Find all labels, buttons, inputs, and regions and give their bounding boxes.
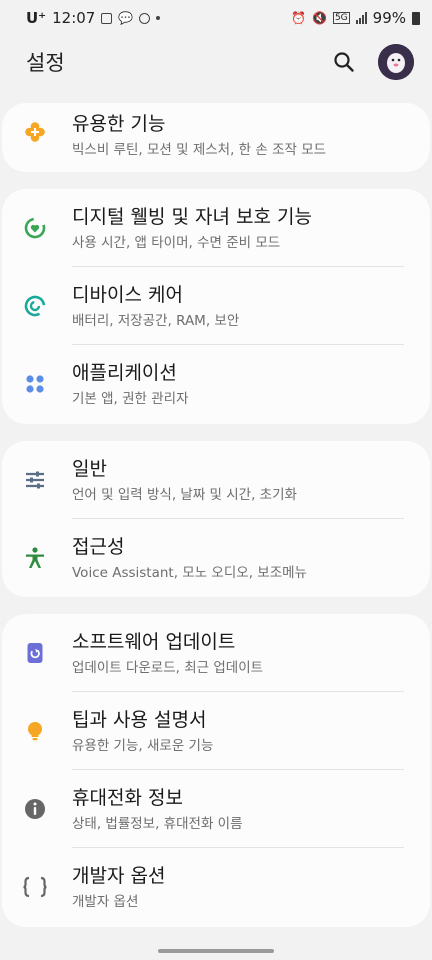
settings-item-about-phone[interactable]: 휴대전화 정보 상태, 법률정보, 휴대전화 이름 <box>2 770 430 848</box>
item-title: 애플리케이션 <box>72 362 177 384</box>
info-icon <box>22 796 48 822</box>
settings-card-3: 일반 언어 및 입력 방식, 날짜 및 시간, 초기화 접근성 Voice As… <box>2 441 430 597</box>
settings-item-software-update[interactable]: 소프트웨어 업데이트 업데이트 다운로드, 최근 업데이트 <box>2 614 430 692</box>
status-left: U⁺ 12:07 💬 <box>26 9 161 27</box>
item-subtitle: 유용한 기능, 새로운 기능 <box>72 738 214 754</box>
item-text: 접근성 Voice Assistant, 모노 오디오, 보조메뉴 <box>72 535 404 582</box>
item-text: 팁과 사용 설명서 유용한 기능, 새로운 기능 <box>72 708 404 755</box>
item-text: 일반 언어 및 입력 방식, 날짜 및 시간, 초기화 <box>72 457 404 504</box>
signal-icon <box>355 12 367 24</box>
item-text: 개발자 옵션 개발자 옵션 <box>72 864 404 911</box>
item-text: 소프트웨어 업데이트 업데이트 다운로드, 최근 업데이트 <box>72 630 404 677</box>
item-subtitle: 언어 및 입력 방식, 날짜 및 시간, 초기화 <box>72 487 297 503</box>
settings-card-2: 디지털 웰빙 및 자녀 보호 기능 사용 시간, 앱 타이머, 수면 준비 모드… <box>2 189 430 424</box>
item-text: 디지털 웰빙 및 자녀 보호 기능 사용 시간, 앱 타이머, 수면 준비 모드 <box>72 205 404 252</box>
item-title: 접근성 <box>72 536 125 558</box>
alarm-icon: ⏰ <box>291 11 306 25</box>
item-text: 애플리케이션 기본 앱, 권한 관리자 <box>72 361 404 408</box>
item-title: 디바이스 케어 <box>72 284 183 306</box>
page-title: 설정 <box>26 51 65 75</box>
item-subtitle: 빅스비 루틴, 모션 및 제스처, 한 손 조작 모드 <box>72 142 327 158</box>
item-subtitle: Voice Assistant, 모노 오디오, 보조메뉴 <box>72 565 307 581</box>
settings-item-developer-options[interactable]: 개발자 옵션 개발자 옵션 <box>2 848 430 926</box>
settings-item-applications[interactable]: 애플리케이션 기본 앱, 권한 관리자 <box>2 345 430 423</box>
item-subtitle: 상태, 법률정보, 휴대전화 이름 <box>72 816 243 832</box>
item-title: 소프트웨어 업데이트 <box>72 631 236 653</box>
avatar[interactable] <box>378 44 414 80</box>
status-bar: U⁺ 12:07 💬 ⏰ 🔇 5G 99% <box>0 0 432 36</box>
digital-wellbeing-icon <box>22 215 48 241</box>
item-text: 휴대전화 정보 상태, 법률정보, 휴대전화 이름 <box>72 786 404 833</box>
battery-percent: 99% <box>372 9 406 27</box>
more-notifications-icon <box>156 16 161 20</box>
sliders-icon <box>22 467 48 493</box>
apps-grid-icon <box>22 371 48 397</box>
software-update-icon <box>22 640 48 666</box>
item-title: 개발자 옵션 <box>72 865 166 887</box>
item-title: 일반 <box>72 458 107 480</box>
settings-item-device-care[interactable]: 디바이스 케어 배터리, 저장공간, RAM, 보안 <box>2 267 430 345</box>
item-text: 유용한 기능 빅스비 루틴, 모션 및 제스처, 한 손 조작 모드 <box>72 112 404 159</box>
settings-item-general[interactable]: 일반 언어 및 입력 방식, 날짜 및 시간, 초기화 <box>2 441 430 519</box>
gesture-navigation-handle[interactable] <box>158 949 274 953</box>
settings-card-4: 소프트웨어 업데이트 업데이트 다운로드, 최근 업데이트 팁과 사용 설명서 … <box>2 614 430 927</box>
status-right: ⏰ 🔇 5G 99% <box>291 9 420 27</box>
search-icon[interactable] <box>332 50 356 74</box>
accessibility-icon <box>22 545 48 571</box>
app-bar: 설정 <box>0 36 432 88</box>
clock: 12:07 <box>52 9 96 27</box>
chat-notification-icon: 💬 <box>118 11 134 25</box>
settings-item-advanced-features[interactable]: 유용한 기능 빅스비 루틴, 모션 및 제스처, 한 손 조작 모드 <box>2 103 430 172</box>
plus-flower-icon <box>22 119 48 145</box>
battery-icon <box>412 11 420 25</box>
item-subtitle: 개발자 옵션 <box>72 894 139 910</box>
network-badge: 5G <box>332 12 350 24</box>
braces-icon <box>22 874 48 900</box>
device-care-icon <box>22 293 48 319</box>
mute-icon: 🔇 <box>312 11 327 25</box>
item-subtitle: 기본 앱, 권한 관리자 <box>72 391 189 407</box>
item-subtitle: 배터리, 저장공간, RAM, 보안 <box>72 313 240 329</box>
lightbulb-icon <box>22 718 48 744</box>
item-title: 휴대전화 정보 <box>72 787 183 809</box>
item-subtitle: 사용 시간, 앱 타이머, 수면 준비 모드 <box>72 235 281 251</box>
item-text: 디바이스 케어 배터리, 저장공간, RAM, 보안 <box>72 283 404 330</box>
settings-item-accessibility[interactable]: 접근성 Voice Assistant, 모노 오디오, 보조메뉴 <box>2 519 430 597</box>
app-notification-icon <box>139 12 151 24</box>
app-actions <box>332 44 414 80</box>
gallery-notification-icon <box>101 12 113 24</box>
item-title: 팁과 사용 설명서 <box>72 709 207 731</box>
item-title: 유용한 기능 <box>72 113 166 135</box>
item-title: 디지털 웰빙 및 자녀 보호 기능 <box>72 206 312 228</box>
settings-item-digital-wellbeing[interactable]: 디지털 웰빙 및 자녀 보호 기능 사용 시간, 앱 타이머, 수면 준비 모드 <box>2 189 430 267</box>
carrier-label: U⁺ <box>26 9 47 27</box>
item-subtitle: 업데이트 다운로드, 최근 업데이트 <box>72 660 264 676</box>
settings-item-tips[interactable]: 팁과 사용 설명서 유용한 기능, 새로운 기능 <box>2 692 430 770</box>
settings-card-1: 유용한 기능 빅스비 루틴, 모션 및 제스처, 한 손 조작 모드 <box>2 103 430 172</box>
